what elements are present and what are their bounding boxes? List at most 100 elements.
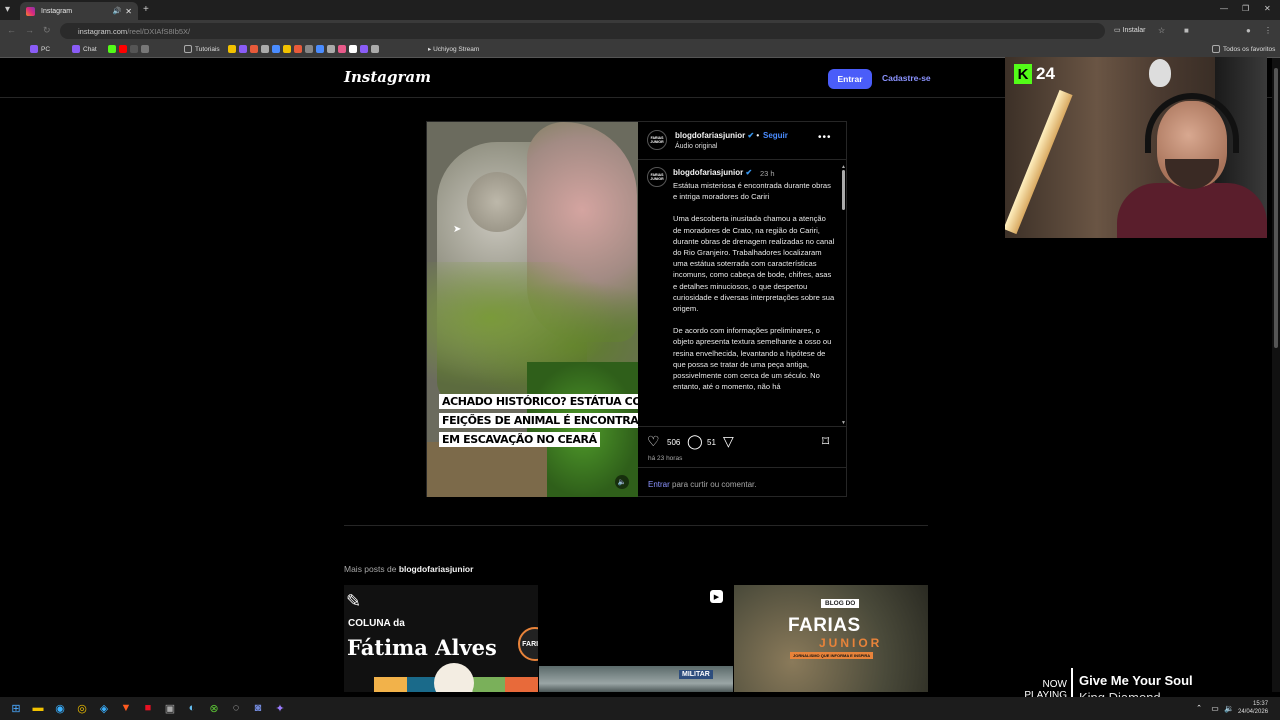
thumb-sign: MILITAR bbox=[679, 670, 713, 679]
page-scroll-thumb[interactable] bbox=[1274, 68, 1278, 348]
alien-decoration bbox=[1149, 59, 1171, 87]
song-title: Give Me Your Soul bbox=[1079, 673, 1193, 688]
tab-title: Instagram bbox=[41, 7, 73, 15]
caption-username[interactable]: blogdofariasjunior ✔ bbox=[673, 168, 752, 177]
tab-instagram[interactable]: Instagram 🔊 ✕ bbox=[20, 2, 138, 20]
app-icon[interactable]: ▣ bbox=[163, 701, 177, 715]
menu-icon[interactable]: ⋮ bbox=[1264, 26, 1272, 35]
install-app-button[interactable]: ▭ Instalar bbox=[1114, 26, 1146, 34]
address-bar[interactable]: instagram.com/reel/DXIAfS8Ib5X/ bbox=[60, 23, 1105, 39]
scroll-thumb[interactable] bbox=[842, 170, 845, 210]
bookmark-icon bbox=[250, 45, 258, 53]
bookmark-icons[interactable] bbox=[108, 45, 152, 53]
more-posts-user[interactable]: blogdofariasjunior bbox=[399, 564, 474, 574]
signup-link[interactable]: Cadastre-se bbox=[882, 73, 931, 83]
like-heart-icon[interactable]: ♡ bbox=[647, 433, 660, 450]
page-scrollbar[interactable] bbox=[1272, 58, 1280, 692]
chrome-icon[interactable]: ◎ bbox=[75, 701, 89, 715]
author-avatar[interactable]: FARIAS JUNIOR bbox=[647, 130, 667, 150]
streamer-shirt bbox=[1117, 183, 1267, 238]
author-username[interactable]: blogdofariasjunior ✔ • bbox=[675, 131, 759, 140]
post-thumbnail[interactable]: ✎ COLUNA da Fátima Alves FARIAS bbox=[344, 585, 538, 692]
caption-text: Estátua misteriosa é encontrada durante … bbox=[673, 180, 835, 403]
system-clock[interactable]: 15:37 24/04/2026 bbox=[1238, 700, 1268, 716]
app-icon[interactable]: ✦ bbox=[273, 701, 287, 715]
viewer-count: 24 bbox=[1036, 64, 1055, 83]
discord-icon[interactable]: ◙ bbox=[251, 701, 265, 715]
caption-avatar[interactable]: FARIAS JUNIOR bbox=[647, 167, 667, 187]
tab-close-icon[interactable]: ✕ bbox=[125, 7, 132, 16]
app-icon[interactable]: ■ bbox=[141, 701, 155, 715]
share-icon[interactable]: ▽ bbox=[723, 433, 734, 450]
bookmark-icon bbox=[316, 45, 324, 53]
bookmark-icons-2[interactable] bbox=[228, 45, 382, 53]
steam-icon[interactable]: ◐ bbox=[185, 701, 199, 715]
bookmark-tutoriais[interactable]: Tutoriais bbox=[184, 45, 220, 53]
brave-icon[interactable]: ▼ bbox=[119, 701, 133, 715]
bookmark-chat[interactable]: Chat bbox=[72, 45, 97, 53]
post-thumbnail[interactable]: BLOG DO FARIAS JUNIOR JORNALISMO QUE INF… bbox=[734, 585, 928, 692]
tab-search-icon[interactable]: ▾ bbox=[5, 4, 10, 15]
video-headline: ACHADO HISTÓRICO? ESTÁTUA COM FEIÇÕES DE… bbox=[439, 392, 638, 449]
post-actions: ♡ 506 ◯ 51 ▽ ⌑ bbox=[638, 428, 847, 458]
tab-audio-icon[interactable]: 🔊 bbox=[113, 7, 122, 15]
bookmark-icon bbox=[239, 45, 247, 53]
bookmark-icon bbox=[141, 45, 149, 53]
all-favorites[interactable]: Todos os favoritos bbox=[1212, 45, 1275, 53]
bookmark-pc[interactable]: PC bbox=[30, 45, 50, 53]
maximize-icon[interactable]: ❐ bbox=[1242, 4, 1249, 13]
xbox-icon[interactable]: ⊗ bbox=[207, 701, 221, 715]
bookmark-icon bbox=[130, 45, 138, 53]
instagram-logo[interactable]: Instagram bbox=[344, 68, 431, 86]
caption-paragraph: Estátua misteriosa é encontrada durante … bbox=[673, 181, 831, 202]
bookmark-icon bbox=[327, 45, 335, 53]
caption-area[interactable]: FARIAS JUNIOR blogdofariasjunior ✔ 23 h … bbox=[638, 161, 847, 427]
bookmark-icon bbox=[349, 45, 357, 53]
thumb-farias: FARIAS bbox=[788, 615, 861, 636]
profile-avatar[interactable]: ● bbox=[1246, 26, 1251, 35]
like-count[interactable]: 506 bbox=[667, 438, 680, 447]
bookmark-stream[interactable]: ▸ Uchiyog Stream bbox=[428, 45, 479, 54]
windows-start-icon[interactable]: ⊞ bbox=[9, 701, 23, 715]
more-posts-grid: ✎ COLUNA da Fátima Alves FARIAS ▶ MILITA… bbox=[344, 585, 929, 692]
scroll-down-icon[interactable]: ▼ bbox=[841, 420, 846, 426]
file-explorer-icon[interactable]: ▬ bbox=[31, 701, 45, 715]
tray-expand-icon[interactable]: ⌃ bbox=[1192, 701, 1206, 715]
minimize-icon[interactable]: — bbox=[1220, 4, 1228, 13]
bookmarks-bar: PC Chat Tutoriais ▸ Uchiyog Stream Todos… bbox=[0, 42, 1280, 58]
edge-icon[interactable]: ◉ bbox=[53, 701, 67, 715]
verified-icon: ✔ bbox=[747, 131, 755, 140]
follow-button[interactable]: Seguir bbox=[763, 131, 788, 140]
audio-label[interactable]: Áudio original bbox=[675, 143, 717, 150]
post-thumbnail[interactable]: ▶ MILITAR bbox=[539, 585, 733, 692]
caption-scrollbar[interactable]: ▲ ▼ bbox=[841, 164, 846, 426]
reload-icon[interactable]: ↻ bbox=[43, 25, 51, 36]
thumb-columnist-name: Fátima Alves bbox=[347, 635, 497, 660]
reel-video[interactable]: ➤ ACHADO HISTÓRICO? ESTÁTUA COM FEIÇÕES … bbox=[427, 122, 638, 497]
mute-toggle-icon[interactable]: 🔈 bbox=[615, 475, 629, 489]
comment-count[interactable]: 51 bbox=[707, 438, 716, 447]
comment-icon[interactable]: ◯ bbox=[687, 433, 703, 450]
login-prompt-text: para curtir ou comentar. bbox=[669, 480, 757, 489]
app-icon[interactable]: ◈ bbox=[97, 701, 111, 715]
login-link[interactable]: Entrar bbox=[648, 480, 670, 489]
login-button[interactable]: Entrar bbox=[828, 69, 872, 89]
bookmark-icon bbox=[305, 45, 313, 53]
new-tab-icon[interactable]: + bbox=[143, 4, 149, 15]
kick-logo-icon: K bbox=[1014, 64, 1032, 84]
obs-icon[interactable]: ◌ bbox=[229, 701, 243, 715]
volume-icon[interactable]: 🔉 bbox=[1222, 701, 1236, 715]
verified-icon: ✔ bbox=[745, 168, 753, 177]
forward-icon[interactable]: → bbox=[25, 25, 34, 35]
folder-icon bbox=[1212, 45, 1220, 53]
back-icon[interactable]: ← bbox=[7, 25, 16, 35]
bookmark-icon bbox=[294, 45, 302, 53]
save-bookmark-icon[interactable]: ⌑ bbox=[822, 433, 829, 450]
thumb-junior: JUNIOR bbox=[819, 636, 883, 650]
tray-icons[interactable]: ▭ bbox=[1208, 701, 1222, 715]
folder-icon bbox=[184, 45, 192, 53]
bookmark-star-icon[interactable]: ☆ bbox=[1158, 26, 1165, 35]
window-close-icon[interactable]: ✕ bbox=[1264, 4, 1271, 13]
extension-icon[interactable]: ■ bbox=[1184, 26, 1189, 35]
more-options-icon[interactable]: ••• bbox=[818, 132, 832, 143]
